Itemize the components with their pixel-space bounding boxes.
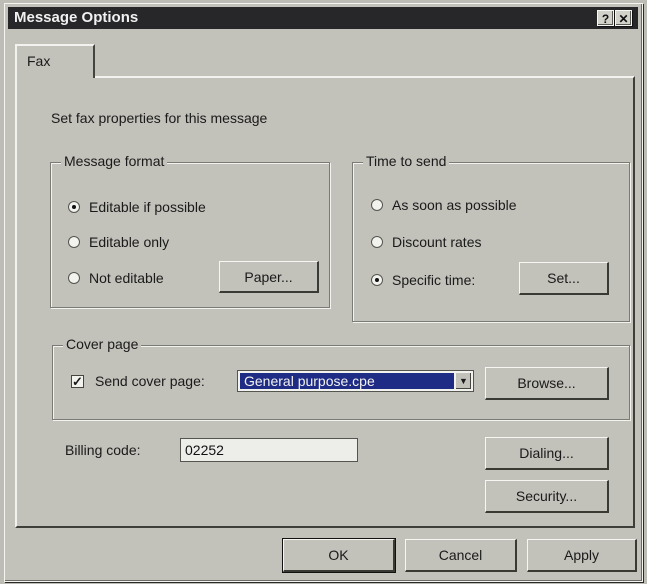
time-to-send-title: Time to send bbox=[363, 153, 450, 169]
radio-discount-rates[interactable]: Discount rates bbox=[371, 234, 481, 250]
radio-on-icon bbox=[68, 201, 80, 213]
radio-as-soon-as-possible[interactable]: As soon as possible bbox=[371, 197, 517, 213]
paper-button[interactable]: Paper... bbox=[219, 261, 319, 293]
radio-off-icon bbox=[68, 272, 80, 284]
title-bar[interactable]: Message Options ? ✕ bbox=[8, 7, 638, 29]
set-button[interactable]: Set... bbox=[519, 262, 609, 295]
browse-button[interactable]: Browse... bbox=[485, 367, 609, 400]
cover-page-title: Cover page bbox=[63, 336, 142, 352]
dialing-button[interactable]: Dialing... bbox=[485, 437, 609, 470]
close-icon[interactable]: ✕ bbox=[615, 10, 632, 26]
send-cover-page-label: Send cover page: bbox=[95, 373, 205, 389]
radio-label: Specific time: bbox=[392, 272, 476, 288]
radio-on-icon bbox=[371, 274, 383, 286]
radio-editable-only[interactable]: Editable only bbox=[68, 234, 169, 250]
tab-fax-label: Fax bbox=[27, 53, 51, 69]
radio-editable-if-possible[interactable]: Editable if possible bbox=[68, 199, 206, 215]
apply-button[interactable]: Apply bbox=[527, 539, 637, 572]
cover-page-template-select[interactable]: General purpose.cpe ▼ bbox=[237, 370, 474, 392]
cover-page-template-value: General purpose.cpe bbox=[240, 373, 454, 389]
message-format-title: Message format bbox=[61, 153, 168, 169]
radio-label: Editable if possible bbox=[89, 199, 206, 215]
check-icon: ✓ bbox=[72, 374, 83, 389]
tab-fax[interactable]: Fax bbox=[15, 44, 95, 78]
radio-label: As soon as possible bbox=[392, 197, 517, 213]
radio-label: Discount rates bbox=[392, 234, 482, 250]
intro-text: Set fax properties for this message bbox=[51, 110, 268, 126]
radio-off-icon bbox=[68, 236, 80, 248]
billing-code-field[interactable]: 02252 bbox=[180, 438, 358, 462]
ok-button[interactable]: OK bbox=[282, 538, 396, 573]
radio-specific-time[interactable]: Specific time: bbox=[371, 272, 475, 288]
window-title: Message Options bbox=[14, 9, 139, 26]
message-options-dialog: Message Options ? ✕ Fax Set fax properti… bbox=[4, 3, 643, 582]
send-cover-page-checkbox[interactable]: ✓ bbox=[71, 375, 84, 388]
radio-off-icon bbox=[371, 199, 383, 211]
radio-not-editable[interactable]: Not editable bbox=[68, 270, 164, 286]
help-icon[interactable]: ? bbox=[597, 10, 614, 26]
radio-label: Editable only bbox=[89, 234, 170, 250]
security-button[interactable]: Security... bbox=[485, 480, 609, 513]
radio-off-icon bbox=[371, 236, 383, 248]
cancel-button[interactable]: Cancel bbox=[405, 539, 517, 572]
chevron-down-icon[interactable]: ▼ bbox=[455, 372, 472, 390]
billing-code-label: Billing code: bbox=[65, 442, 141, 458]
radio-label: Not editable bbox=[89, 270, 164, 286]
